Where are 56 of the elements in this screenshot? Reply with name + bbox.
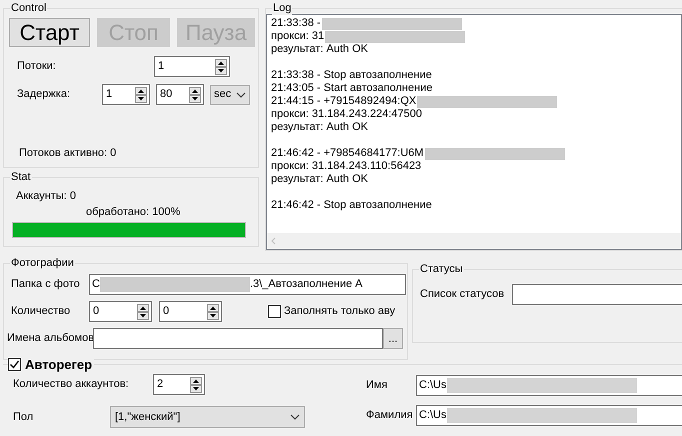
log-line: прокси: 31.184.243.224:47500 [271,108,422,121]
spin-arrows-icon[interactable] [207,304,219,320]
number-field[interactable]: 80 [156,84,204,105]
log-line: результат: Auth OK [271,43,368,56]
horizontal-scrollbar[interactable] [267,233,681,249]
gender-dropdown[interactable]: [1,"женский"] [110,406,305,428]
number-field[interactable]: 1 [154,56,230,77]
chevron-down-icon [236,92,246,98]
log-line: 21:46:42 - +79854684177:U6M [271,147,424,160]
spin-arrows-icon[interactable] [190,376,202,392]
spin-arrows-icon[interactable] [215,58,227,74]
log-line: 21:33:38 - [271,17,321,30]
field-label: Имена альбомов [7,331,93,346]
chevron-down-icon [290,414,300,420]
checkbox-label: Заполнять только аву [284,304,396,320]
folder-field[interactable]: C .3\_Автозаполнение А [89,274,406,295]
browse-button[interactable]: ... [383,328,403,349]
field-label: Список статусов [420,287,506,302]
spin-arrows-icon[interactable] [135,86,147,102]
checkbox[interactable] [268,305,281,318]
path-field[interactable]: C:\Us [416,375,682,396]
field-label: Имя [366,378,388,394]
field-label: Количество аккаунтов: [13,377,130,392]
number-field[interactable]: 2 [153,374,205,395]
section-title: Авторегер [25,356,92,374]
log-line: 21:33:38 - Stop автозаполнение [271,69,432,82]
number-field[interactable]: 0 [89,301,152,322]
spin-arrows-icon[interactable] [189,86,201,102]
number-field[interactable]: 0 [159,301,222,322]
field-label: Количество [11,304,72,320]
log-line: 21:44:15 - +79154892494:QX [271,95,416,108]
status-text: обработано: 100% [86,205,182,219]
group-title: Log [272,1,292,15]
log-line: результат: Auth OK [271,173,368,186]
log-line: 21:43:05 - Start автозаполнение [271,82,432,95]
log-line: прокси: 31.184.243.110:56423 [271,160,422,173]
group-title: Фотографии [10,256,75,270]
checkbox[interactable] [8,358,21,372]
log-line: результат: Auth OK [271,121,368,134]
albums-field[interactable] [93,328,383,349]
log-line: 21:46:42 - Stop автозаполнение [271,199,432,212]
number-field[interactable]: 1 [102,84,150,105]
status-text: Потоков активно: 0 [19,146,118,160]
log-line: прокси: 31 [271,30,324,43]
field-label: Фамилия [366,408,414,424]
field-label: Папка с фото [11,277,81,292]
unit-dropdown[interactable]: sec [210,84,250,104]
path-field[interactable]: C:\Us [416,405,682,426]
field-label: Потоки: [17,59,57,74]
status-text: Аккаунты: 0 [16,189,77,203]
field-label: Задержка: [17,87,72,102]
spin-arrows-icon[interactable] [137,304,149,320]
field-label: Пол [13,410,34,425]
control-button[interactable]: Старт [9,18,90,47]
statuses-field[interactable] [512,284,682,305]
group-title: Статусы [419,262,464,276]
